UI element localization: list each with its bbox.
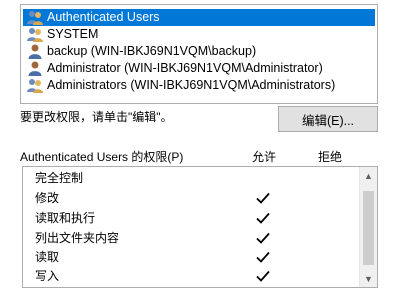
checkmark-icon <box>256 251 270 263</box>
user-item-label: SYSTEM <box>47 27 99 41</box>
group-user-list[interactable]: Authenticated Users SYSTEM backup (WIN-I… <box>20 4 378 104</box>
user-item-backup[interactable]: backup (WIN-IBKJ69N1VQM\backup) <box>23 43 375 60</box>
checkmark-icon <box>256 232 270 244</box>
user-item-system[interactable]: SYSTEM <box>23 26 375 43</box>
checkmark-icon <box>256 270 270 282</box>
permissions-title: Authenticated Users 的权限(P) <box>20 150 184 164</box>
user-item-administrators[interactable]: Administrators (WIN-IBKJ69N1VQM\Administ… <box>23 77 375 94</box>
scroll-thumb[interactable] <box>363 191 374 265</box>
deny-column-header: 拒绝 <box>318 150 343 164</box>
users-group-icon <box>27 11 43 25</box>
user-icon <box>28 61 42 76</box>
permission-label: 读取 <box>35 250 60 264</box>
edit-hint-text: 要更改权限，请单击"编辑"。 <box>20 110 173 124</box>
permission-label: 完全控制 <box>35 171 84 185</box>
scroll-up-icon[interactable]: ▲ <box>360 167 377 184</box>
permissions-list[interactable]: 完全控制 修改 读取和执行 列出文件夹内容 读取 写入 ▲ ▼ <box>22 166 378 288</box>
checkmark-icon <box>256 192 270 204</box>
permission-row-list-folder: 列出文件夹内容 <box>23 229 359 248</box>
allow-column-header: 允许 <box>252 150 277 164</box>
permission-row-read-execute: 读取和执行 <box>23 209 359 228</box>
scroll-down-icon[interactable]: ▼ <box>360 270 377 287</box>
users-group-icon <box>27 28 43 42</box>
permission-row-write: 写入 <box>23 267 359 286</box>
permission-row-modify: 修改 <box>23 189 359 208</box>
user-item-label: Administrator (WIN-IBKJ69N1VQM\Administr… <box>47 61 323 75</box>
users-group-icon <box>27 79 43 93</box>
permissions-scrollbar[interactable]: ▲ ▼ <box>359 167 377 287</box>
user-item-label: backup (WIN-IBKJ69N1VQM\backup) <box>47 44 257 58</box>
edit-button-label: 编辑(E)... <box>301 113 355 128</box>
user-item-administrator[interactable]: Administrator (WIN-IBKJ69N1VQM\Administr… <box>23 60 375 77</box>
edit-button[interactable]: 编辑(E)... <box>278 106 378 132</box>
permission-label: 读取和执行 <box>35 211 96 225</box>
permission-label: 修改 <box>35 191 60 205</box>
user-icon <box>28 44 42 59</box>
permission-row-full-control: 完全控制 <box>23 169 359 188</box>
permission-label: 列出文件夹内容 <box>35 231 120 245</box>
user-item-label: Administrators (WIN-IBKJ69N1VQM\Administ… <box>47 78 336 92</box>
user-item-authenticated-users[interactable]: Authenticated Users <box>23 9 375 26</box>
user-item-label: Authenticated Users <box>47 10 160 24</box>
permission-row-read: 读取 <box>23 248 359 267</box>
checkmark-icon <box>256 212 270 224</box>
permission-label: 写入 <box>35 269 60 283</box>
